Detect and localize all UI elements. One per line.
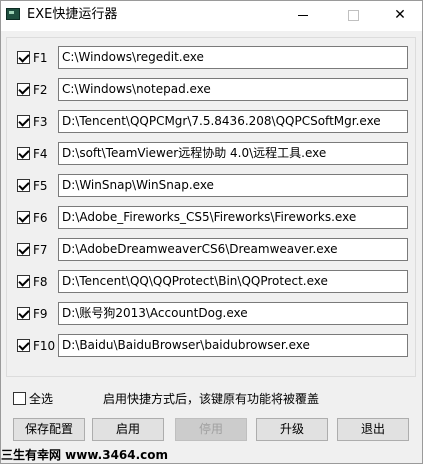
app-window: EXE快捷运行器 ✕ F1 C:\Windows\regedit.exe F2 C:\… (0, 0, 423, 464)
exe-path-field[interactable]: D:\WinSnap\WinSnap.exe (58, 174, 408, 197)
minimize-button[interactable] (280, 1, 326, 31)
exe-path-field[interactable]: D:\AdobeDreamweaverCS6\Dreamweaver.exe (58, 238, 408, 261)
exe-path-field[interactable]: D:\账号狗2013\AccountDog.exe (58, 302, 408, 325)
hotkey-enable-checkbox[interactable] (17, 83, 30, 96)
hotkey-label: F8 (33, 275, 48, 289)
hotkey-row: F2 C:\Windows\notepad.exe (17, 78, 413, 102)
hotkey-label: F7 (33, 243, 48, 257)
hotkey-enable-checkbox[interactable] (17, 179, 30, 192)
hotkey-enable-checkbox[interactable] (17, 51, 30, 64)
exe-path-field[interactable]: D:\Tencent\QQPCMgr\7.5.8436.208\QQPCSoft… (58, 110, 408, 133)
hotkey-enable-checkbox[interactable] (17, 147, 30, 160)
window-title: EXE快捷运行器 (27, 7, 118, 22)
hotkey-row: F10 D:\Baidu\BaiduBrowser\baidubrowser.ex… (17, 334, 413, 358)
hotkey-enable-checkbox[interactable] (17, 307, 30, 320)
maximize-button[interactable] (330, 1, 376, 31)
hotkey-row: F7 D:\AdobeDreamweaverCS6\Dreamweaver.exe (17, 238, 413, 262)
hotkey-label: F5 (33, 179, 48, 193)
exit-button[interactable]: 退出 (337, 418, 409, 441)
hotkey-enable-checkbox[interactable] (17, 211, 30, 224)
hotkey-row: F3 D:\Tencent\QQPCMgr\7.5.8436.208\QQPCSo… (17, 110, 413, 134)
enable-button[interactable]: 启用 (92, 418, 164, 441)
hotkey-label: F9 (33, 307, 48, 321)
close-button[interactable]: ✕ (377, 1, 423, 31)
hotkey-label: F6 (33, 211, 48, 225)
minimize-icon (298, 14, 308, 16)
exe-path-field[interactable]: C:\Windows\regedit.exe (58, 46, 408, 69)
title-bar[interactable]: EXE快捷运行器 ✕ (1, 1, 422, 31)
watermark-text: 三生有幸网 www.3464.com (1, 448, 169, 462)
hotkey-label: F3 (33, 115, 48, 129)
hotkey-enable-checkbox[interactable] (17, 115, 30, 128)
exe-path-field[interactable]: D:\soft\TeamViewer远程协助 4.0\远程工具.exe (58, 142, 408, 165)
select-all-box[interactable] (13, 392, 26, 405)
exe-path-field[interactable]: D:\Adobe_Fireworks_CS5\Fireworks\Firewor… (58, 206, 408, 229)
exe-path-field[interactable]: C:\Windows\notepad.exe (58, 78, 408, 101)
override-note: 启用快捷方式后，该键原有功能将被覆盖 (103, 392, 320, 406)
hotkey-label: F10 (33, 339, 56, 353)
save-config-button[interactable]: 保存配置 (13, 418, 85, 441)
hotkey-row: F1 C:\Windows\regedit.exe (17, 46, 413, 70)
hotkey-enable-checkbox[interactable] (17, 339, 30, 352)
maximize-icon (347, 9, 359, 21)
hotkey-row: F8 D:\Tencent\QQ\QQProtect\Bin\QQProtect.… (17, 270, 413, 294)
hotkey-label: F2 (33, 83, 48, 97)
hotkey-row: F4 D:\soft\TeamViewer远程协助 4.0\远程工具.exe (17, 142, 413, 166)
exe-path-field[interactable]: D:\Baidu\BaiduBrowser\baidubrowser.exe (58, 334, 408, 357)
close-icon: ✕ (394, 7, 406, 23)
disable-button[interactable]: 停用 (175, 418, 247, 441)
hotkey-label: F4 (33, 147, 48, 161)
hotkey-enable-checkbox[interactable] (17, 275, 30, 288)
select-all-label: 全选 (29, 392, 54, 406)
upgrade-button[interactable]: 升级 (256, 418, 328, 441)
hotkey-row: F9 D:\账号狗2013\AccountDog.exe (17, 302, 413, 326)
app-icon (6, 8, 20, 20)
hotkey-row: F6 D:\Adobe_Fireworks_CS5\Fireworks\Firew… (17, 206, 413, 230)
exe-path-field[interactable]: D:\Tencent\QQ\QQProtect\Bin\QQProtect.ex… (58, 270, 408, 293)
hotkey-enable-checkbox[interactable] (17, 243, 30, 256)
hotkey-label: F1 (33, 51, 48, 65)
hotkey-row: F5 D:\WinSnap\WinSnap.exe (17, 174, 413, 198)
